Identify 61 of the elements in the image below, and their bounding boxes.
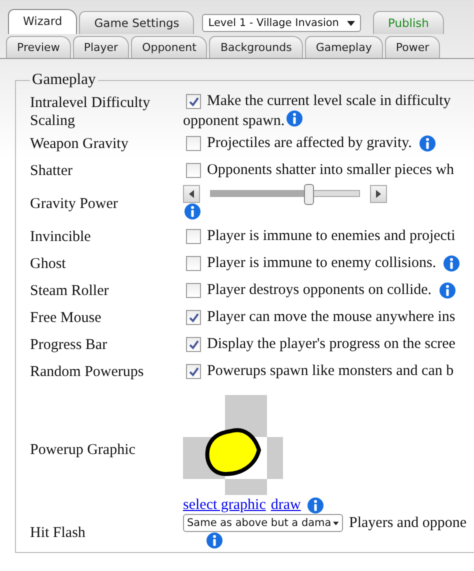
info-icon[interactable] bbox=[286, 110, 303, 127]
tab[interactable]: Game Settings bbox=[79, 11, 194, 34]
tab[interactable]: Backgrounds bbox=[209, 36, 303, 58]
tab[interactable]: Preview bbox=[6, 36, 71, 58]
caret-icon bbox=[346, 20, 355, 26]
option-description: Player is immune to enemies and projecti bbox=[207, 228, 456, 245]
setting-label: Free Mouse bbox=[30, 308, 102, 326]
option-description: opponent spawn. bbox=[183, 113, 285, 129]
tab[interactable]: Wizard bbox=[8, 9, 78, 34]
left-triangle-icon bbox=[189, 190, 194, 198]
checkbox[interactable] bbox=[186, 337, 201, 352]
right-arrow-button[interactable] bbox=[370, 184, 387, 202]
checkbox[interactable] bbox=[186, 310, 201, 325]
option-description: Make the current level scale in difficulty bbox=[207, 93, 451, 110]
setting-label: Progress Bar bbox=[30, 336, 108, 354]
caret-icon bbox=[333, 520, 339, 526]
setting-label: Shatter bbox=[30, 162, 74, 180]
option-description: Player is immune to enemy collisions. bbox=[207, 255, 436, 272]
link[interactable]: draw bbox=[270, 497, 301, 514]
info-icon[interactable] bbox=[438, 282, 456, 299]
checkbox[interactable] bbox=[186, 163, 201, 178]
checkbox[interactable] bbox=[186, 283, 201, 298]
right-triangle-icon bbox=[376, 190, 381, 198]
link[interactable]: select graphic bbox=[183, 497, 266, 514]
checkbox[interactable] bbox=[186, 94, 201, 109]
setting-label: Powerup Graphic bbox=[30, 440, 136, 458]
option-description: Powerups spawn like monsters and can b bbox=[207, 363, 454, 380]
slider-track[interactable] bbox=[210, 184, 360, 203]
setting-label: Gravity Power bbox=[30, 194, 119, 212]
option-description: Display the player's progress on the scree bbox=[207, 336, 456, 353]
checkbox[interactable] bbox=[186, 256, 201, 271]
option-description: Player destroys opponents on collide. bbox=[207, 282, 432, 299]
info-icon[interactable] bbox=[443, 255, 460, 272]
info-icon[interactable] bbox=[306, 497, 324, 514]
tab[interactable]: Power bbox=[384, 36, 440, 58]
setting-label: Hit Flash bbox=[30, 524, 86, 542]
info-icon[interactable] bbox=[418, 135, 436, 152]
info-icon[interactable] bbox=[184, 203, 201, 220]
setting-label: Weapon Gravity bbox=[30, 134, 130, 152]
setting-label: Intralevel Difficulty Scaling bbox=[30, 94, 152, 130]
option-description: Player can move the mouse anywhere ins bbox=[207, 309, 456, 326]
checkbox[interactable] bbox=[186, 364, 201, 379]
checkbox[interactable] bbox=[186, 136, 201, 151]
slider-thumb[interactable] bbox=[304, 184, 314, 205]
info-icon[interactable] bbox=[206, 532, 223, 549]
setting-label: Random Powerups bbox=[30, 362, 145, 380]
section-title: Gameplay bbox=[31, 71, 97, 89]
checkbox[interactable] bbox=[186, 229, 201, 244]
tab[interactable]: Opponent bbox=[131, 36, 208, 58]
tab[interactable]: Gameplay bbox=[304, 36, 383, 58]
setting-label: Steam Roller bbox=[30, 282, 110, 300]
left-arrow-button[interactable] bbox=[183, 184, 200, 202]
setting-label: Invincible bbox=[30, 228, 92, 246]
option-description: Projectiles are affected by gravity. bbox=[207, 135, 412, 152]
option-description: Players and oppone bbox=[349, 514, 466, 532]
tab[interactable]: Player bbox=[72, 36, 130, 58]
option-description: Opponents shatter into smaller pieces wh bbox=[207, 162, 454, 179]
dropdown[interactable]: Same as above but a dama bbox=[183, 514, 343, 532]
level-select[interactable]: Level 1 - Village Invasion bbox=[202, 14, 361, 32]
setting-label: Ghost bbox=[30, 254, 67, 272]
tab[interactable]: Publish bbox=[372, 11, 444, 34]
